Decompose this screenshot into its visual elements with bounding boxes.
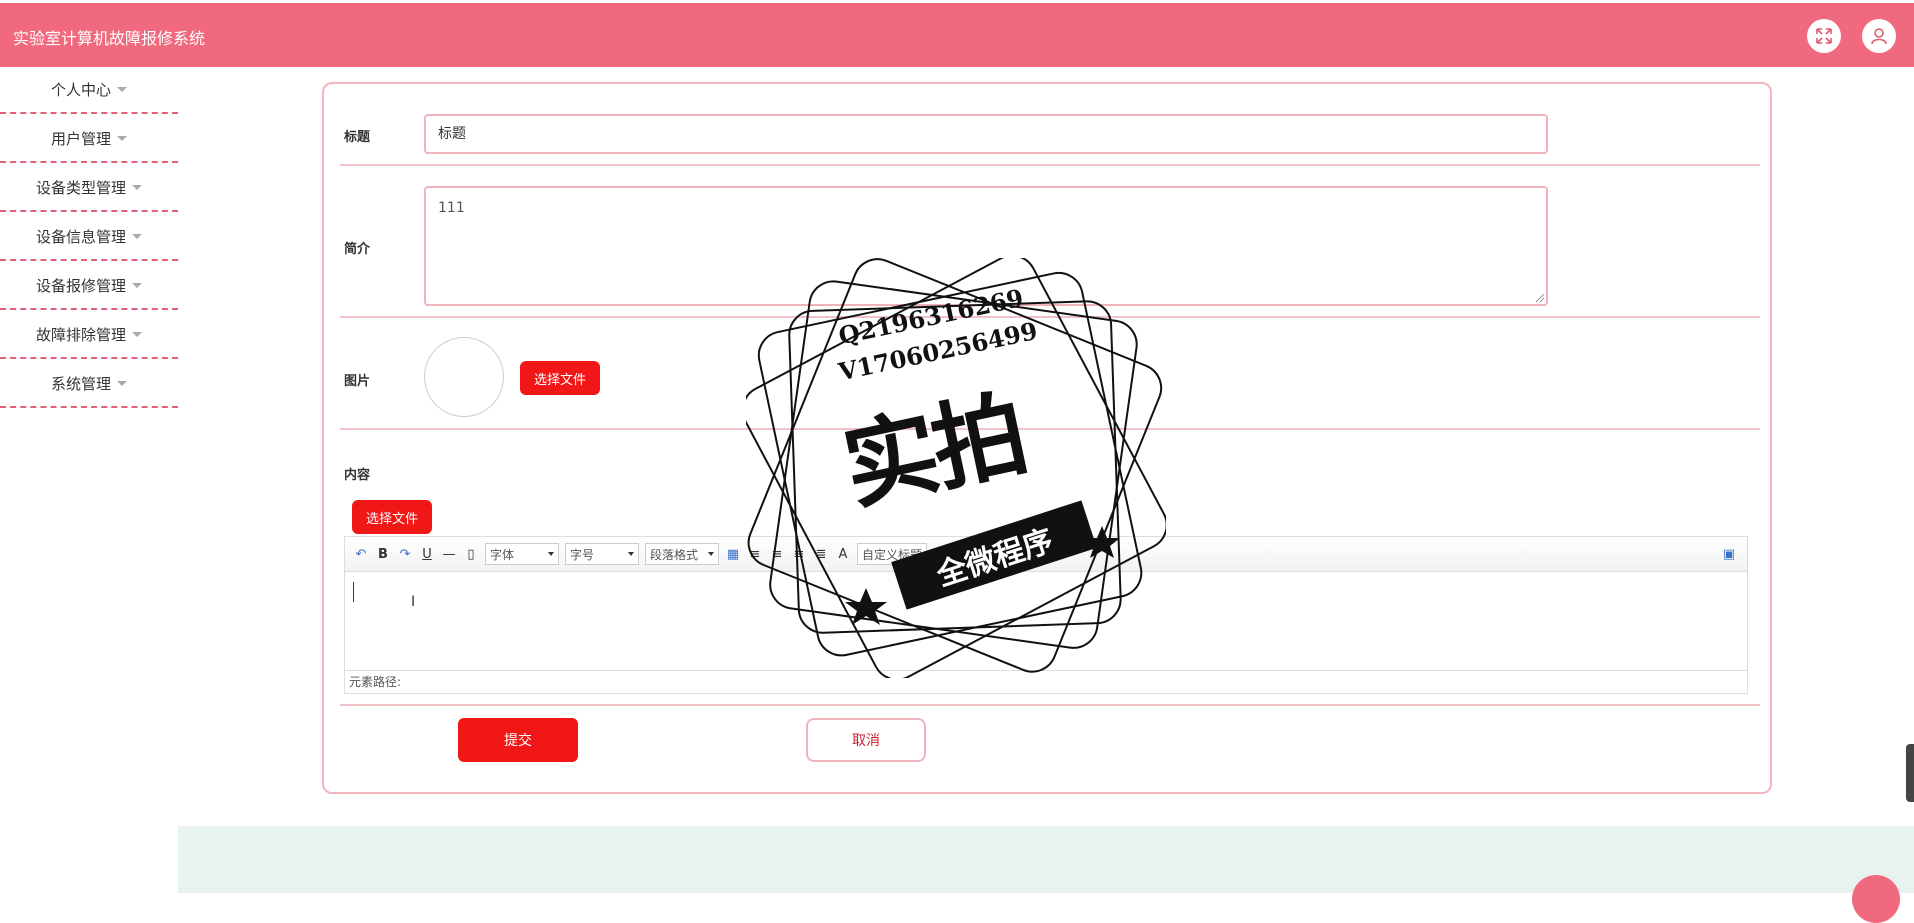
sidebar-item-device-repair-management[interactable]: 设备报修管理: [0, 263, 178, 310]
table-icon[interactable]: ▦: [725, 546, 741, 562]
font-select[interactable]: 字体: [485, 543, 559, 565]
top-header: 实验室计算机故障报修系统: [0, 3, 1914, 67]
chevron-down-icon: [628, 552, 634, 556]
cancel-button[interactable]: 取消: [806, 718, 926, 762]
image-preview: [424, 337, 504, 417]
chevron-down-icon: [132, 185, 142, 190]
sidebar-item-personal-center[interactable]: 个人中心: [0, 67, 178, 114]
chevron-down-icon: [117, 136, 127, 141]
submit-button[interactable]: 提交: [458, 718, 578, 762]
footer-strip: [178, 826, 1914, 893]
chevron-down-icon: [132, 234, 142, 239]
horizontal-rule-icon[interactable]: —: [441, 546, 457, 562]
preview-icon[interactable]: ▣: [1721, 546, 1737, 562]
size-select-value: 字号: [570, 547, 595, 562]
sidebar-item-system-management[interactable]: 系统管理: [0, 361, 178, 408]
intro-text: 111: [438, 200, 465, 216]
back-to-top-button[interactable]: [1852, 875, 1900, 923]
undo-icon[interactable]: ↶: [353, 546, 369, 562]
redo-icon[interactable]: ↷: [397, 546, 413, 562]
paragraph-select-value: 段落格式: [650, 547, 699, 562]
sidebar-item-label: 个人中心: [50, 81, 111, 99]
chevron-down-icon: [132, 283, 142, 288]
chevron-down-icon: [132, 332, 142, 337]
chevron-down-icon: [708, 552, 714, 556]
user-icon: [1871, 28, 1887, 45]
sidebar-item-fault-clear-management[interactable]: 故障排除管理: [0, 312, 178, 359]
bold-icon[interactable]: B: [375, 546, 391, 562]
ibeam-cursor-icon: I: [411, 594, 416, 610]
user-button[interactable]: [1862, 19, 1896, 53]
sidebar-item-device-type-management[interactable]: 设备类型管理: [0, 165, 178, 212]
font-select-value: 字体: [490, 547, 515, 562]
underline-icon[interactable]: U: [419, 546, 435, 562]
sidebar-item-label: 设备报修管理: [35, 277, 126, 295]
choose-image-button[interactable]: 选择文件: [520, 361, 600, 395]
chevron-down-icon: [548, 552, 554, 556]
image-label: 图片: [344, 374, 371, 389]
resize-handle-icon[interactable]: [1536, 294, 1544, 302]
content-label: 内容: [344, 468, 371, 483]
sidebar-item-label: 设备类型管理: [35, 179, 126, 197]
watermark-stamp: Q2196316269 V17060256499 实拍 全微程序: [746, 258, 1166, 678]
sidebar-item-label: 系统管理: [50, 375, 111, 393]
intro-label: 简介: [344, 242, 371, 257]
chevron-down-icon: [117, 381, 127, 386]
row-divider: [340, 164, 1760, 166]
sidebar-item-label: 故障排除管理: [35, 326, 126, 344]
sidebar: 个人中心 用户管理 设备类型管理 设备信息管理 设备报修管理 故障排除管理 系统…: [0, 67, 178, 410]
sidebar-item-label: 设备信息管理: [35, 228, 126, 246]
title-label: 标题: [344, 130, 371, 145]
sidebar-item-user-management[interactable]: 用户管理: [0, 116, 178, 163]
sidebar-item-label: 用户管理: [50, 130, 111, 148]
row-divider: [340, 704, 1760, 706]
text-cursor: [353, 582, 354, 602]
choose-content-file-button[interactable]: 选择文件: [352, 500, 432, 534]
side-drawer-tab[interactable]: [1906, 744, 1914, 802]
fullscreen-icon: [1816, 28, 1832, 44]
app-title: 实验室计算机故障报修系统: [13, 29, 206, 48]
page-icon[interactable]: ▯: [463, 546, 479, 562]
size-select[interactable]: 字号: [565, 543, 639, 565]
title-input[interactable]: 标题: [424, 114, 1548, 154]
paragraph-select[interactable]: 段落格式: [645, 543, 719, 565]
sidebar-item-device-info-management[interactable]: 设备信息管理: [0, 214, 178, 261]
chevron-down-icon: [117, 87, 127, 92]
fullscreen-button[interactable]: [1807, 19, 1841, 53]
